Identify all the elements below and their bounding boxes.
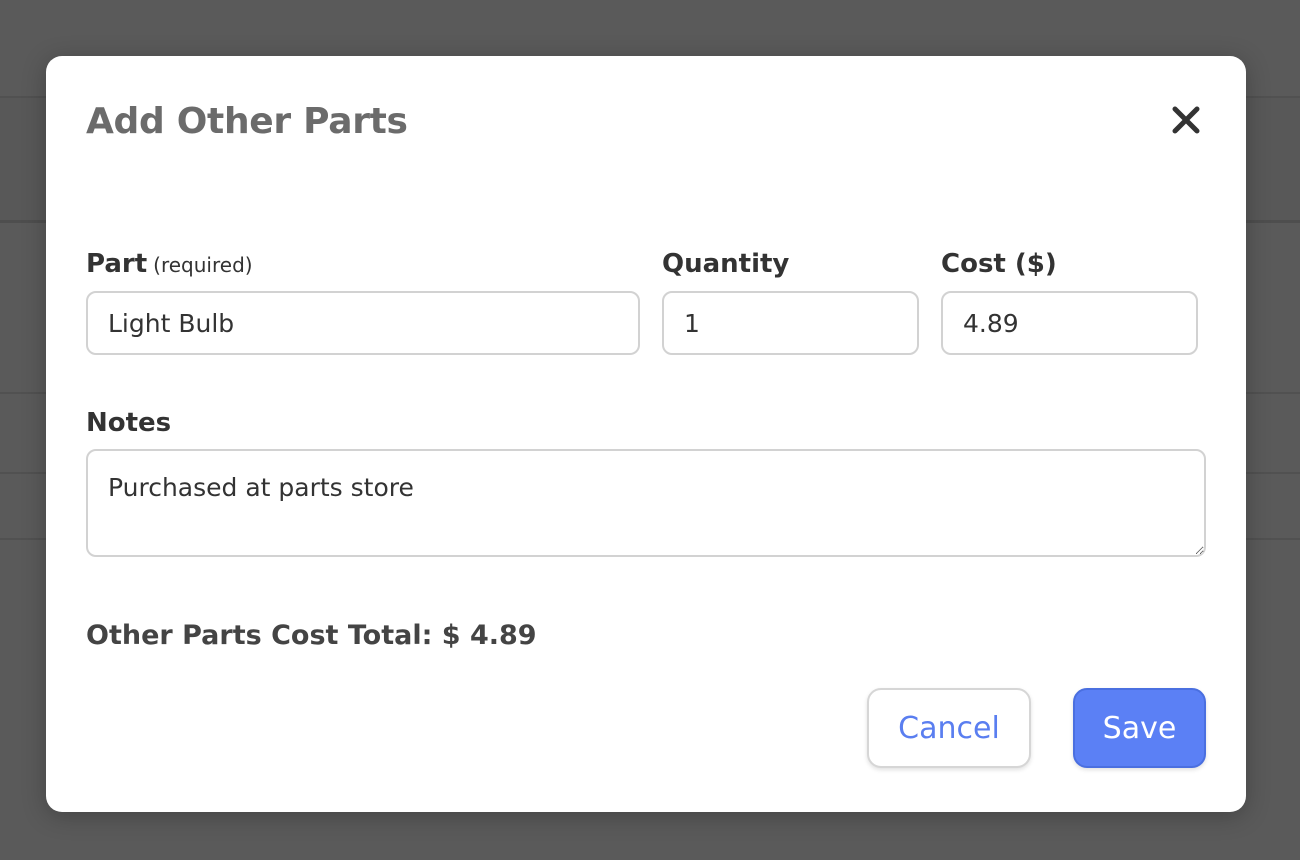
cancel-button[interactable]: Cancel	[867, 688, 1031, 768]
parts-cost-total: Other Parts Cost Total: $ 4.89	[86, 620, 537, 651]
close-button[interactable]	[1166, 100, 1206, 140]
part-label-text: Part	[86, 249, 148, 279]
quantity-input[interactable]	[662, 291, 919, 355]
cost-input[interactable]	[941, 291, 1198, 355]
quantity-label: Quantity	[662, 249, 790, 279]
cost-label: Cost ($)	[941, 249, 1057, 279]
close-icon	[1172, 106, 1200, 134]
add-other-parts-modal: Add Other Parts Part(required) Quantity …	[46, 56, 1246, 812]
part-label: Part (required)	[86, 248, 253, 281]
notes-label: Notes	[86, 408, 172, 438]
notes-textarea[interactable]: Purchased at parts store	[86, 449, 1206, 557]
part-required-hint: (required)	[153, 253, 253, 277]
save-button[interactable]: Save	[1073, 688, 1206, 768]
part-input[interactable]	[86, 291, 640, 355]
modal-title: Add Other Parts	[86, 101, 408, 142]
